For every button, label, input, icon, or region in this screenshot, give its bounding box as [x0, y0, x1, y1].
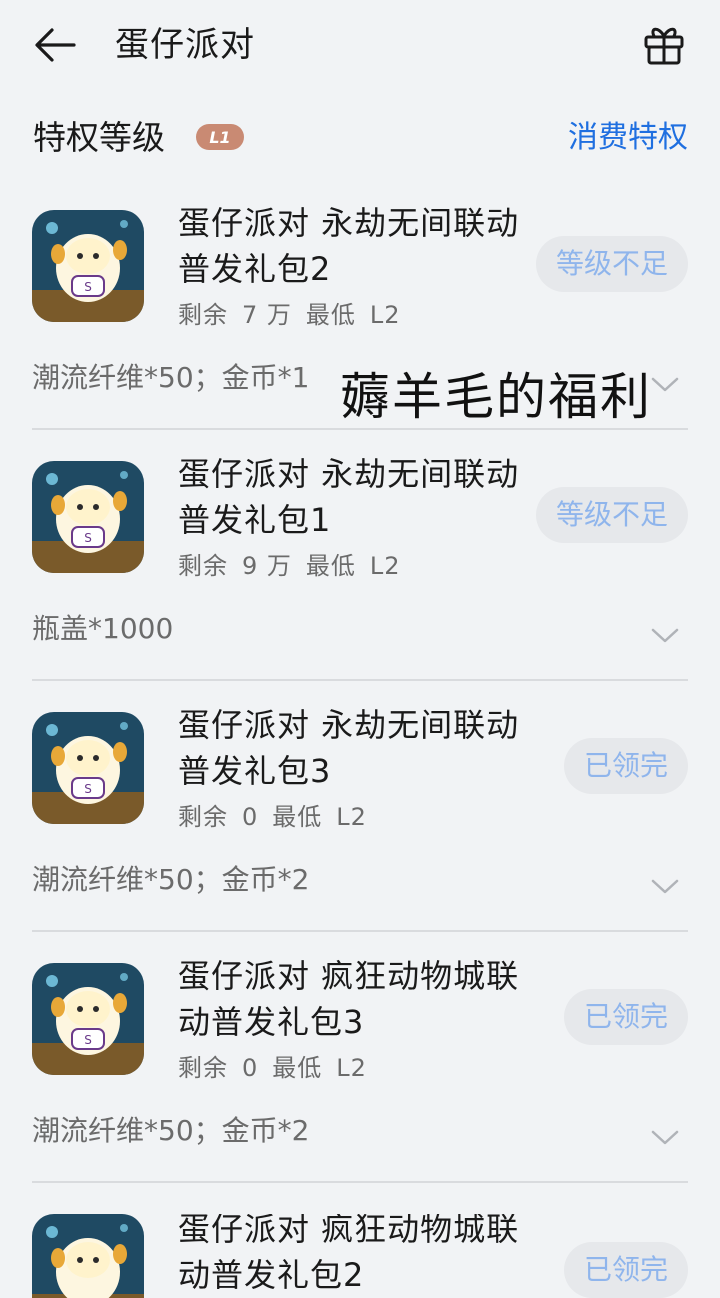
gift-card[interactable]: S 蛋仔派对 疯狂动物城联动普发礼包3 剩余 0 最低 L2 已领完 潮流纤维*50；… [0, 957, 720, 1214]
privilege-level-row: 特权等级 L1 消费特权 [0, 108, 720, 168]
min-level-label: 最低 [305, 301, 356, 329]
gift-meta: 剩余 0 最低 L2 [178, 800, 381, 834]
remain-label: 剩余 [178, 552, 228, 580]
gift-meta: 剩余 7 万最低 L2 [178, 298, 415, 332]
min-level-label: 最低 [272, 803, 323, 831]
min-level-value: L2 [336, 803, 367, 831]
remain-label: 剩余 [178, 1054, 228, 1082]
overlay-watermark-text: 薅羊毛的福利 [340, 368, 652, 426]
reward-text: 潮流纤维*50；金币*2 [32, 1114, 310, 1147]
remain-label: 剩余 [178, 301, 228, 329]
svg-text:S: S [84, 531, 92, 545]
svg-text:S: S [84, 782, 92, 796]
remain-value: 9 万 [242, 552, 292, 580]
svg-text:S: S [84, 280, 92, 294]
remain-value: 7 万 [242, 301, 292, 329]
divider [32, 1181, 688, 1183]
gift-meta: 剩余 9 万最低 L2 [178, 549, 415, 583]
arrow-left-icon [35, 28, 76, 62]
gift-title: 蛋仔派对 永劫无间联动普发礼包2 [178, 204, 520, 288]
gift-title: 蛋仔派对 永劫无间联动普发礼包1 [178, 455, 520, 539]
gift-title: 蛋仔派对 永劫无间联动普发礼包3 [178, 706, 520, 790]
gift-title: 蛋仔派对 疯狂动物城联动普发礼包2 [178, 1214, 520, 1294]
divider [32, 930, 688, 932]
gift-card[interactable]: S 蛋仔派对 永劫无间联动普发礼包1 剩余 9 万最低 L2 等级不足 瓶盖*100… [0, 455, 720, 712]
reward-text: 潮流纤维*50；金币*2 [32, 863, 310, 896]
divider [32, 679, 688, 681]
gift-card[interactable]: S 蛋仔派对 永劫无间联动普发礼包3 剩余 0 最低 L2 已领完 潮流纤维*50；金… [0, 706, 720, 963]
claim-button[interactable]: 已领完 [563, 989, 688, 1045]
claim-button[interactable]: 等级不足 [535, 236, 688, 292]
game-app-icon: S [32, 461, 144, 573]
claim-button[interactable]: 等级不足 [535, 487, 688, 543]
game-app-icon [32, 1214, 144, 1298]
min-level-value: L2 [369, 301, 401, 329]
chevron-down-icon[interactable] [650, 372, 680, 396]
gift-button[interactable] [638, 20, 690, 70]
top-bar: 蛋仔派对 [0, 0, 720, 90]
remain-value: 0 [242, 1054, 259, 1082]
consume-privilege-link[interactable]: 消费特权 [568, 118, 688, 158]
gift-title: 蛋仔派对 疯狂动物城联动普发礼包3 [178, 957, 520, 1041]
gift-icon [644, 27, 684, 65]
min-level-value: L2 [369, 552, 401, 580]
claim-button[interactable]: 已领完 [563, 1242, 688, 1298]
level-badge: L1 [196, 124, 244, 150]
game-app-icon: S [32, 963, 144, 1075]
remain-value: 0 [242, 803, 259, 831]
page-title: 蛋仔派对 [115, 25, 255, 65]
game-app-icon: S [32, 712, 144, 824]
min-level-label: 最低 [272, 1054, 323, 1082]
privilege-level-label: 特权等级 [33, 118, 165, 157]
reward-text: 潮流纤维*50；金币*1 [32, 361, 310, 394]
gift-card[interactable]: 蛋仔派对 疯狂动物城联动普发礼包2 已领完 [0, 1214, 720, 1298]
game-app-icon: S [32, 210, 144, 322]
min-level-label: 最低 [305, 552, 356, 580]
chevron-down-icon[interactable] [650, 874, 680, 898]
chevron-down-icon[interactable] [650, 1125, 680, 1149]
remain-label: 剩余 [178, 803, 228, 831]
min-level-value: L2 [336, 1054, 367, 1082]
gift-meta: 剩余 0 最低 L2 [178, 1051, 381, 1085]
back-button[interactable] [30, 22, 80, 68]
claim-button[interactable]: 已领完 [563, 738, 688, 794]
reward-text: 瓶盖*1000 [32, 612, 174, 645]
chevron-down-icon[interactable] [650, 623, 680, 647]
svg-text:S: S [84, 1033, 92, 1047]
